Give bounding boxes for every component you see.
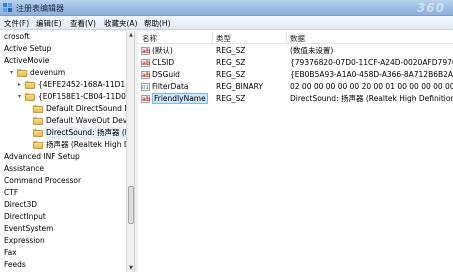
string-value-icon	[141, 58, 150, 70]
column-separator[interactable]	[286, 32, 287, 43]
column-header-name[interactable]: 名称	[142, 33, 157, 44]
tree-item[interactable]: DirectSound: 扬声器 (Re	[0, 127, 126, 139]
value-name-cell: FriendlyName	[152, 93, 212, 105]
tree-item[interactable]: Direct3D	[0, 199, 126, 211]
string-value-icon	[141, 94, 150, 106]
binary-value-icon	[141, 82, 150, 94]
value-type: REG_SZ	[216, 94, 246, 103]
value-data: 02 00 00 00 00 00 20 00 01 00 00 00 00 0…	[290, 82, 453, 91]
folder-icon	[25, 81, 35, 89]
menu-edit[interactable]: 编辑(E)	[36, 18, 62, 29]
value-type: REG_SZ	[216, 58, 246, 67]
value-name-cell: CLSID	[152, 57, 212, 69]
value-row[interactable]: CLSID REG_SZ {79376820-07D0-11CF-A24D-0020…	[138, 57, 453, 70]
folder-icon	[17, 69, 27, 77]
folder-icon	[33, 105, 43, 113]
folder-icon	[33, 129, 43, 137]
tree-item[interactable]: DirectInput	[0, 211, 126, 223]
value-row[interactable]: DSGuid REG_SZ {EB0B5A93-A1A0-458D-A366-8A7…	[138, 69, 453, 82]
registry-editor-icon	[3, 3, 12, 12]
value-row[interactable]: FriendlyName REG_SZ DirectSound: 扬声器 (Real…	[138, 93, 453, 106]
tree-item-label: EventSystem	[4, 224, 54, 233]
value-row[interactable]: (默认) REG_SZ (数值未设置)	[138, 45, 453, 58]
tree-item[interactable]: ▾ devenum	[0, 67, 126, 79]
tree-item-label: DirectInput	[4, 212, 46, 221]
tree-item[interactable]: CTF	[0, 187, 126, 199]
tree-scrollbar[interactable]: ▲ ▼	[126, 31, 134, 272]
string-value-icon	[141, 70, 150, 82]
tree-item-label: Fax	[4, 248, 17, 257]
value-type: REG_SZ	[216, 46, 246, 55]
tree-item-label: {4EFE2452-168A-11D1-BC7	[38, 80, 126, 89]
tree-item[interactable]: Command Processor	[0, 175, 126, 187]
value-data: {79376820-07D0-11CF-A24D-0020AFD79767}	[290, 58, 453, 67]
tree-item-label: Default DirectSound De	[46, 104, 126, 113]
tree-item-label: Advanced INF Setup	[4, 152, 80, 161]
tree-item[interactable]: ActiveMovie	[0, 55, 126, 67]
registry-key-tree[interactable]: crosoft Active Setup ActiveMovie ▾ devenum ▸ {…	[0, 31, 134, 272]
menu-file[interactable]: 文件(F)	[4, 18, 29, 29]
value-name: FilterData	[152, 82, 189, 91]
title-bar: 注册表编辑器 360	[0, 0, 453, 16]
value-data: {EB0B5A93-A1A0-458D-A366-8A712B6B2AE8}	[290, 70, 453, 79]
tree-item-label: Feeds	[4, 260, 26, 269]
folder-icon	[25, 93, 35, 101]
tree-item-label: devenum	[30, 68, 66, 77]
tree-item[interactable]: Default DirectSound De	[0, 103, 126, 115]
tree-item[interactable]: ▸ {4EFE2452-168A-11D1-BC7	[0, 79, 126, 91]
registry-values-list[interactable]: 名称 类型 数据 (默认) REG_SZ (数值未设置) CLSID REG_SZ {79…	[138, 31, 453, 272]
tree-item[interactable]: Expression	[0, 235, 126, 247]
value-name: (默认)	[152, 46, 173, 55]
menu-favorites[interactable]: 收藏夹(A)	[104, 18, 137, 29]
value-name-cell: DSGuid	[152, 69, 212, 81]
tree-item[interactable]: Advanced INF Setup	[0, 151, 126, 163]
tree-item-label: Default WaveOut Device	[46, 116, 126, 125]
tree-item[interactable]: EventSystem	[0, 223, 126, 235]
column-header-data[interactable]: 数据	[290, 33, 305, 44]
tree-item-label: Command Processor	[4, 176, 82, 185]
value-row[interactable]: FilterData REG_BINARY 02 00 00 00 00 00 20…	[138, 81, 453, 94]
column-header-type[interactable]: 类型	[216, 33, 231, 44]
column-separator[interactable]	[212, 32, 213, 43]
expand-arrow-icon[interactable]: ▸	[18, 82, 24, 88]
folder-icon	[33, 117, 43, 125]
tree-item[interactable]: Active Setup	[0, 43, 126, 55]
window-title: 注册表编辑器	[16, 4, 64, 13]
value-data: DirectSound: 扬声器 (Realtek High Definitio…	[290, 94, 453, 103]
value-type: REG_BINARY	[216, 82, 263, 91]
tree-item-label: CTF	[4, 188, 19, 197]
menu-view[interactable]: 查看(V)	[70, 18, 96, 29]
folder-icon	[33, 141, 43, 149]
tree-item-label: Active Setup	[4, 44, 52, 53]
tree-item[interactable]: Feeds	[0, 259, 126, 271]
watermark: 360	[416, 1, 445, 15]
value-name: CLSID	[152, 58, 175, 67]
value-name: FriendlyName	[152, 93, 208, 104]
column-headers: 名称 类型 数据	[138, 31, 453, 44]
collapse-arrow-icon[interactable]: ▾	[18, 94, 24, 100]
tree-item[interactable]: crosoft	[0, 31, 126, 43]
tree-item-label: ActiveMovie	[4, 56, 50, 65]
value-data: (数值未设置)	[290, 46, 334, 55]
menu-bar: 文件(F) 编辑(E) 查看(V) 收藏夹(A) 帮助(H)	[0, 16, 453, 30]
tree-item-label: Direct3D	[4, 200, 38, 209]
string-value-icon	[141, 46, 150, 58]
value-name: DSGuid	[152, 70, 180, 79]
tree-item[interactable]: Fax	[0, 247, 126, 259]
value-name-cell: FilterData	[152, 81, 212, 93]
menu-help[interactable]: 帮助(H)	[144, 18, 171, 29]
tree-item-label: {E0F158E1-CB04-11D0-BD4	[38, 92, 126, 101]
tree-item-label: Expression	[4, 236, 45, 245]
tree-item-label: Assistance	[4, 164, 44, 173]
value-name-cell: (默认)	[152, 45, 212, 57]
tree-item-label: DirectSound: 扬声器 (Re	[45, 127, 126, 139]
tree-item[interactable]: Default WaveOut Device	[0, 115, 126, 127]
value-type: REG_SZ	[216, 70, 246, 79]
tree-item-label: crosoft	[4, 32, 30, 41]
tree-item[interactable]: 扬声器 (Realtek High De	[0, 139, 126, 151]
tree-item[interactable]: Assistance	[0, 163, 126, 175]
tree-item[interactable]: ▾ {E0F158E1-CB04-11D0-BD4	[0, 91, 126, 103]
tree-item-label: 扬声器 (Realtek High De	[46, 140, 126, 149]
collapse-arrow-icon[interactable]: ▾	[10, 70, 16, 76]
